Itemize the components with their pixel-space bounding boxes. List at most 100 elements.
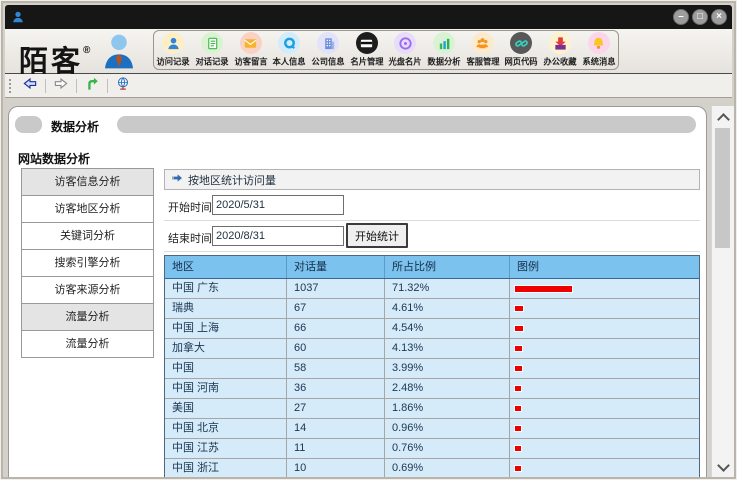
vertical-scrollbar[interactable] [711,106,734,478]
legend-bar [515,326,523,331]
toolbar-button-label: 办公收藏 [543,56,576,68]
toolbar-button-icon [433,32,455,54]
maximize-button[interactable]: □ [692,9,708,25]
toolbar-button-label: 本人信息 [273,56,306,68]
end-time-row: 结束时间： 开始统计 [164,221,700,252]
stats-section-header: 按地区统计访问量 [164,169,700,190]
stats-section-title: 按地区统计访问量 [188,172,276,188]
toolbar-button-icon [588,32,610,54]
dialogs-cell: 67 [287,299,385,318]
dialogs-cell: 10 [287,459,385,478]
forward-arrow-icon [53,76,69,96]
table-body: 中国 广东 1037 71.32% 瑞典 67 4.61% [165,279,699,478]
toolbar-button[interactable]: 访客留言 [231,32,270,69]
legend-cell [510,359,699,378]
home-button[interactable] [113,77,133,95]
section-title: 网站数据分析 [18,150,90,167]
toolbar-button[interactable]: 办公收藏 [541,32,580,69]
sidebar-menu-item[interactable]: 访客来源分析 [21,276,154,304]
table-row[interactable]: 中国 上海 66 4.54% [165,319,699,339]
tab-data-analysis[interactable]: 数据分析 [51,118,99,135]
sidebar-menu-item[interactable]: 访客信息分析 [21,168,154,196]
legend-cell [510,299,699,318]
sidebar-menu-item[interactable]: 关键词分析 [21,222,154,250]
tab-pill-right [117,116,696,133]
sidebar-menu-item[interactable]: 搜索引擎分析 [21,249,154,277]
sidebar-menu-item[interactable]: 流量分析 [21,303,154,331]
region-cell: 瑞典 [165,299,287,318]
back-button[interactable] [20,77,40,95]
legend-cell [510,319,699,338]
table-row[interactable]: 中国 河南 36 2.48% [165,379,699,399]
legend-cell [510,379,699,398]
table-row[interactable]: 中国 58 3.99% [165,359,699,379]
toolbar-button-label: 数据分析 [427,56,460,68]
sidebar-menu-item[interactable]: 流量分析 [21,330,154,358]
separator [76,79,77,93]
close-button[interactable]: × [711,9,727,25]
toolbar-button-icon [356,32,378,54]
start-statistics-button[interactable]: 开始统计 [346,223,408,248]
table-row[interactable]: 瑞典 67 4.61% [165,299,699,319]
scroll-down-button[interactable] [712,458,734,476]
end-time-input[interactable] [212,226,344,246]
sidebar-menu-item[interactable]: 访客地区分析 [21,195,154,223]
percent-cell: 2.48% [385,379,510,398]
percent-cell: 4.13% [385,339,510,358]
toolbar-button[interactable]: 访问记录 [154,32,193,69]
toolbar-button-icon [394,32,416,54]
start-time-row: 开始时间： [164,190,700,221]
table-header-row: 地区 对话量 所占比例 图例 [165,256,699,279]
dialogs-cell: 14 [287,419,385,438]
legend-cell [510,419,699,438]
forward-button[interactable] [51,77,71,95]
nav-toolbar [5,74,732,98]
dialogs-cell: 11 [287,439,385,458]
toolbar-button-icon [472,32,494,54]
toolbar-button[interactable]: 数据分析 [425,32,464,69]
refresh-button[interactable] [82,77,102,95]
toolbar-button[interactable]: 对话记录 [193,32,232,69]
table-row[interactable]: 加拿大 60 4.13% [165,339,699,359]
scroll-up-button[interactable] [712,108,734,126]
toolbar-button-label: 名片管理 [350,56,383,68]
region-cell: 中国 浙江 [165,459,287,478]
toolbar-button[interactable]: 名片管理 [347,32,386,69]
back-arrow-icon [22,76,38,96]
start-time-input[interactable] [212,195,344,215]
table-row[interactable]: 中国 江苏 11 0.76% [165,439,699,459]
toolbar-button-icon [162,32,184,54]
toolbar-button[interactable]: 公司信息 [309,32,348,69]
minimize-button[interactable]: – [673,9,689,25]
legend-bar [515,366,522,371]
table-row[interactable]: 中国 广东 1037 71.32% [165,279,699,299]
toolbar-button-label: 访问记录 [157,56,190,68]
table-row[interactable]: 美国 27 1.86% [165,399,699,419]
toolbar-button-icon [201,32,223,54]
redo-arrow-icon [84,76,100,96]
dialogs-cell: 36 [287,379,385,398]
chevron-up-icon [717,113,730,126]
toolbar-button-label: 公司信息 [311,56,344,68]
region-cell: 中国 北京 [165,419,287,438]
toolbar-button-label: 光盘名片 [389,56,422,68]
toolbar-grip[interactable] [9,79,13,93]
chevron-down-icon [717,459,730,472]
percent-cell: 4.54% [385,319,510,338]
toolbar-button[interactable]: 客服管理 [463,32,502,69]
table-row[interactable]: 中国 浙江 10 0.69% [165,459,699,478]
scrollbar-thumb[interactable] [715,128,730,248]
toolbar-button[interactable]: 本人信息 [270,32,309,69]
toolbar-button[interactable]: 网页代码 [502,32,541,69]
percent-cell: 71.32% [385,279,510,298]
toolbar-button-label: 访客留言 [234,56,267,68]
toolbar-button[interactable]: 光盘名片 [386,32,425,69]
dialogs-cell: 27 [287,399,385,418]
legend-cell [510,279,699,298]
table-row[interactable]: 中国 北京 14 0.96% [165,419,699,439]
tab-pill-left [15,116,42,133]
region-stats-table: 地区 对话量 所占比例 图例 中国 广东 1037 71.32% [164,255,700,478]
percent-cell: 0.76% [385,439,510,458]
toolbar-button[interactable]: 系统消息 [579,32,618,69]
toolbar: 陌客® 访问记录 对话记录 访客留言 本人信息 [5,29,732,74]
